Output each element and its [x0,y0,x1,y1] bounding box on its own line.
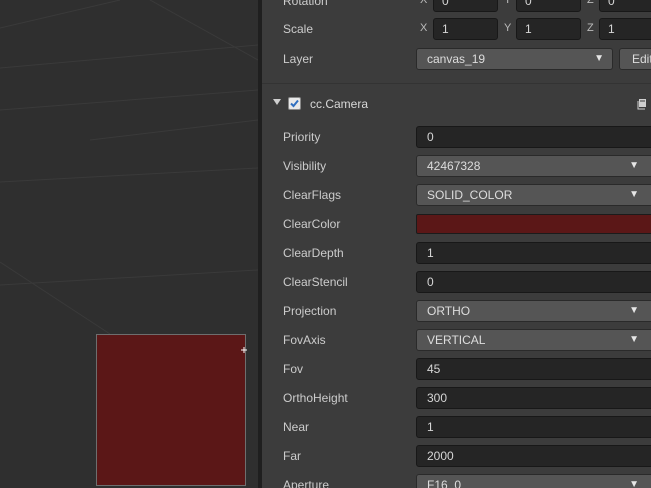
fovaxis-label: FovAxis [283,333,326,347]
aperture-row: Aperture F16_0 ▼ [262,473,651,488]
far-row: Far 2000 [262,444,651,468]
scale-label: Scale [283,22,314,36]
chevron-down-icon: ▼ [594,53,604,64]
rotation-x-input[interactable]: 0 [433,0,498,12]
scale-row: Scale X 1 Y 1 Z 1 [262,17,651,41]
projection-select-value: ORTHO [427,304,471,318]
near-input[interactable]: 1 [416,416,651,438]
checkmark-icon [290,99,299,108]
fovaxis-select-value: VERTICAL [427,333,486,347]
scale-z-axis-label: Z [587,22,594,34]
projection-select[interactable]: ORTHO ▼ [416,300,651,322]
cleardepth-label: ClearDepth [283,246,344,260]
visibility-row: Visibility 42467328 ▼ [262,154,651,178]
orthoheight-input[interactable]: 300 [416,387,651,409]
clearflags-select-value: SOLID_COLOR [427,188,513,202]
anchor-gizmo-icon[interactable] [240,347,248,355]
priority-row: Priority 0 [262,125,651,149]
clearcolor-swatch[interactable] [416,214,651,234]
priority-label: Priority [283,130,321,144]
book-icon[interactable] [636,98,648,110]
scale-z-input[interactable]: 1 [599,18,651,40]
component-enabled-checkbox[interactable] [288,97,301,110]
near-label: Near [283,420,310,434]
rotation-row: Rotation X 0 Y 0 Z 0 [262,0,651,13]
fovaxis-select[interactable]: VERTICAL ▼ [416,329,651,351]
component-title: cc.Camera [310,97,369,111]
projection-label: Projection [283,304,337,318]
cleardepth-input[interactable]: 1 [416,242,651,264]
layer-select[interactable]: canvas_19 ▼ [416,48,613,70]
clearcolor-label: ClearColor [283,217,341,231]
scene-viewport[interactable] [0,0,258,488]
scale-y-input[interactable]: 1 [516,18,581,40]
editor-window: Rotation X 0 Y 0 Z 0 Scale X 1 Y 1 Z 1 L… [0,0,651,488]
fov-label: Fov [283,362,304,376]
visibility-select-value: 42467328 [427,159,481,173]
visibility-select[interactable]: 42467328 ▼ [416,155,651,177]
near-row: Near 1 [262,415,651,439]
layer-label: Layer [283,52,314,66]
cleardepth-row: ClearDepth 1 [262,241,651,265]
clearstencil-label: ClearStencil [283,275,348,289]
projection-row: Projection ORTHO ▼ [262,299,651,323]
fold-chevron-down-icon[interactable] [273,99,281,105]
visibility-label: Visibility [283,159,327,173]
orthoheight-row: OrthoHeight 300 [262,386,651,410]
chevron-down-icon: ▼ [629,334,639,345]
far-label: Far [283,449,301,463]
clearstencil-row: ClearStencil 0 [262,270,651,294]
clearstencil-input[interactable]: 0 [416,271,651,293]
rotation-z-input[interactable]: 0 [599,0,651,12]
rotation-x-axis-label: X [420,0,428,6]
layer-row: Layer canvas_19 ▼ Edit [262,47,651,71]
chevron-down-icon: ▼ [629,189,639,200]
chevron-down-icon: ▼ [629,305,639,316]
rotation-z-axis-label: Z [587,0,594,6]
fov-row: Fov 45 [262,357,651,381]
clearflags-select[interactable]: SOLID_COLOR ▼ [416,184,651,206]
scale-x-input[interactable]: 1 [433,18,498,40]
aperture-select-value: F16_0 [427,478,462,488]
aperture-select[interactable]: F16_0 ▼ [416,474,651,488]
component-header-camera[interactable]: cc.Camera [262,92,651,118]
chevron-down-icon: ▼ [629,160,639,171]
scale-x-axis-label: X [420,22,428,34]
clearflags-row: ClearFlags SOLID_COLOR ▼ [262,183,651,207]
chevron-down-icon: ▼ [629,479,639,488]
canvas-preview-rect[interactable] [96,334,246,486]
component-divider [262,83,651,84]
inspector-panel: Rotation X 0 Y 0 Z 0 Scale X 1 Y 1 Z 1 L… [262,0,651,488]
far-input[interactable]: 2000 [416,445,651,467]
fovaxis-row: FovAxis VERTICAL ▼ [262,328,651,352]
aperture-label: Aperture [283,478,330,488]
rotation-y-axis-label: Y [504,0,512,6]
priority-input[interactable]: 0 [416,126,651,148]
layer-edit-button[interactable]: Edit [619,48,651,70]
orthoheight-label: OrthoHeight [283,391,348,405]
layer-select-value: canvas_19 [427,52,486,66]
fov-input[interactable]: 45 [416,358,651,380]
clearcolor-row: ClearColor [262,212,651,236]
clearflags-label: ClearFlags [283,188,342,202]
scale-y-axis-label: Y [504,22,512,34]
rotation-label: Rotation [283,0,328,8]
rotation-y-input[interactable]: 0 [516,0,581,12]
